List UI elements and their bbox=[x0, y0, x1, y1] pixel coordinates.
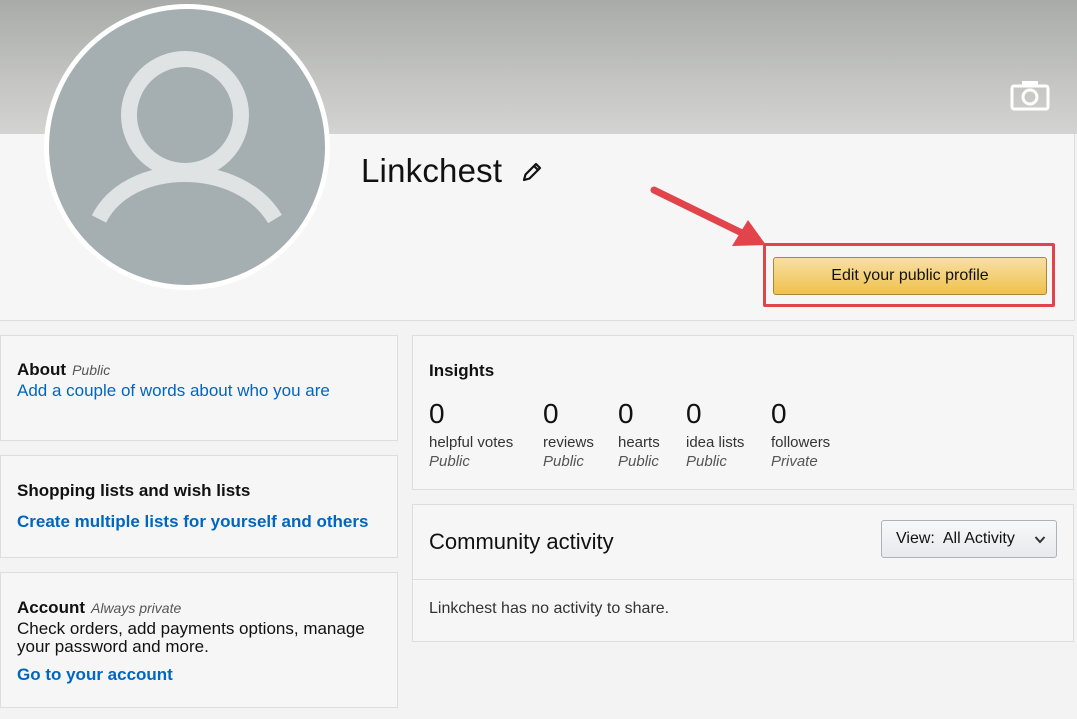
stat-idea-lists: 0 idea lists Public bbox=[686, 398, 744, 470]
insights-title: Insights bbox=[429, 361, 495, 380]
stat-followers: 0 followers Private bbox=[771, 398, 830, 470]
stat-value: 0 bbox=[429, 398, 445, 429]
annotation-arrow bbox=[650, 186, 766, 246]
stat-reviews: 0 reviews Public bbox=[543, 398, 594, 470]
stat-value: 0 bbox=[771, 398, 787, 429]
stat-visibility: Public bbox=[618, 453, 659, 470]
about-visibility: Public bbox=[72, 362, 111, 378]
account-card: Account Always private Check orders, add … bbox=[0, 572, 398, 708]
about-card: About Public Add a couple of words about … bbox=[0, 335, 398, 441]
view-label: View: bbox=[896, 530, 935, 547]
camera-icon[interactable] bbox=[49, 9, 89, 41]
empty-activity-message: Linkchest has no activity to share. bbox=[429, 600, 670, 617]
about-link[interactable]: Add a couple of words about who you are bbox=[17, 381, 330, 401]
stat-helpful-votes: 0 helpful votes Public bbox=[429, 398, 513, 470]
insights-card: Insights 0 helpful votes Public 0 review… bbox=[412, 335, 1074, 490]
stat-label: reviews bbox=[543, 434, 594, 451]
chevron-down-icon bbox=[1034, 536, 1046, 544]
create-lists-link[interactable]: Create multiple lists for yourself and o… bbox=[17, 512, 368, 532]
stat-value: 0 bbox=[686, 398, 702, 429]
stat-label: helpful votes bbox=[429, 434, 514, 451]
stat-value: 0 bbox=[543, 398, 559, 429]
activity-view-select[interactable]: View: All Activity bbox=[881, 520, 1057, 558]
stat-visibility: Private bbox=[771, 453, 818, 470]
community-activity-card: Community activity View: All Activity Li… bbox=[412, 504, 1074, 642]
stat-visibility: Public bbox=[429, 453, 470, 470]
account-description-line1: Check orders, add payments options, mana… bbox=[17, 619, 365, 638]
go-to-account-link[interactable]: Go to your account bbox=[17, 665, 173, 685]
edit-public-profile-button[interactable]: Edit your public profile bbox=[773, 257, 1047, 295]
account-visibility: Always private bbox=[91, 600, 182, 616]
stat-label: followers bbox=[771, 434, 831, 451]
about-title: About Public bbox=[17, 360, 110, 380]
stat-visibility: Public bbox=[543, 453, 584, 470]
avatar[interactable] bbox=[44, 4, 330, 290]
view-value: All Activity bbox=[942, 530, 1015, 547]
shopping-lists-card: Shopping lists and wish lists Create mul… bbox=[0, 455, 398, 558]
camera-icon[interactable] bbox=[1010, 79, 1050, 111]
stat-label: hearts bbox=[618, 434, 660, 451]
user-silhouette-icon bbox=[91, 51, 282, 224]
stat-value: 0 bbox=[618, 398, 634, 429]
stat-visibility: Public bbox=[686, 453, 727, 470]
about-title-text: About bbox=[17, 360, 67, 379]
account-title-text: Account bbox=[17, 598, 85, 617]
shopping-title: Shopping lists and wish lists bbox=[17, 481, 251, 500]
community-title: Community activity bbox=[429, 529, 614, 554]
account-description-line2: your password and more. bbox=[17, 637, 209, 656]
account-title: Account Always private bbox=[17, 598, 181, 618]
divider bbox=[413, 579, 1073, 580]
profile-name: Linkchest bbox=[361, 152, 503, 189]
pencil-icon[interactable] bbox=[520, 160, 544, 184]
stat-label: idea lists bbox=[686, 434, 745, 451]
stat-hearts: 0 hearts Public bbox=[618, 398, 660, 470]
